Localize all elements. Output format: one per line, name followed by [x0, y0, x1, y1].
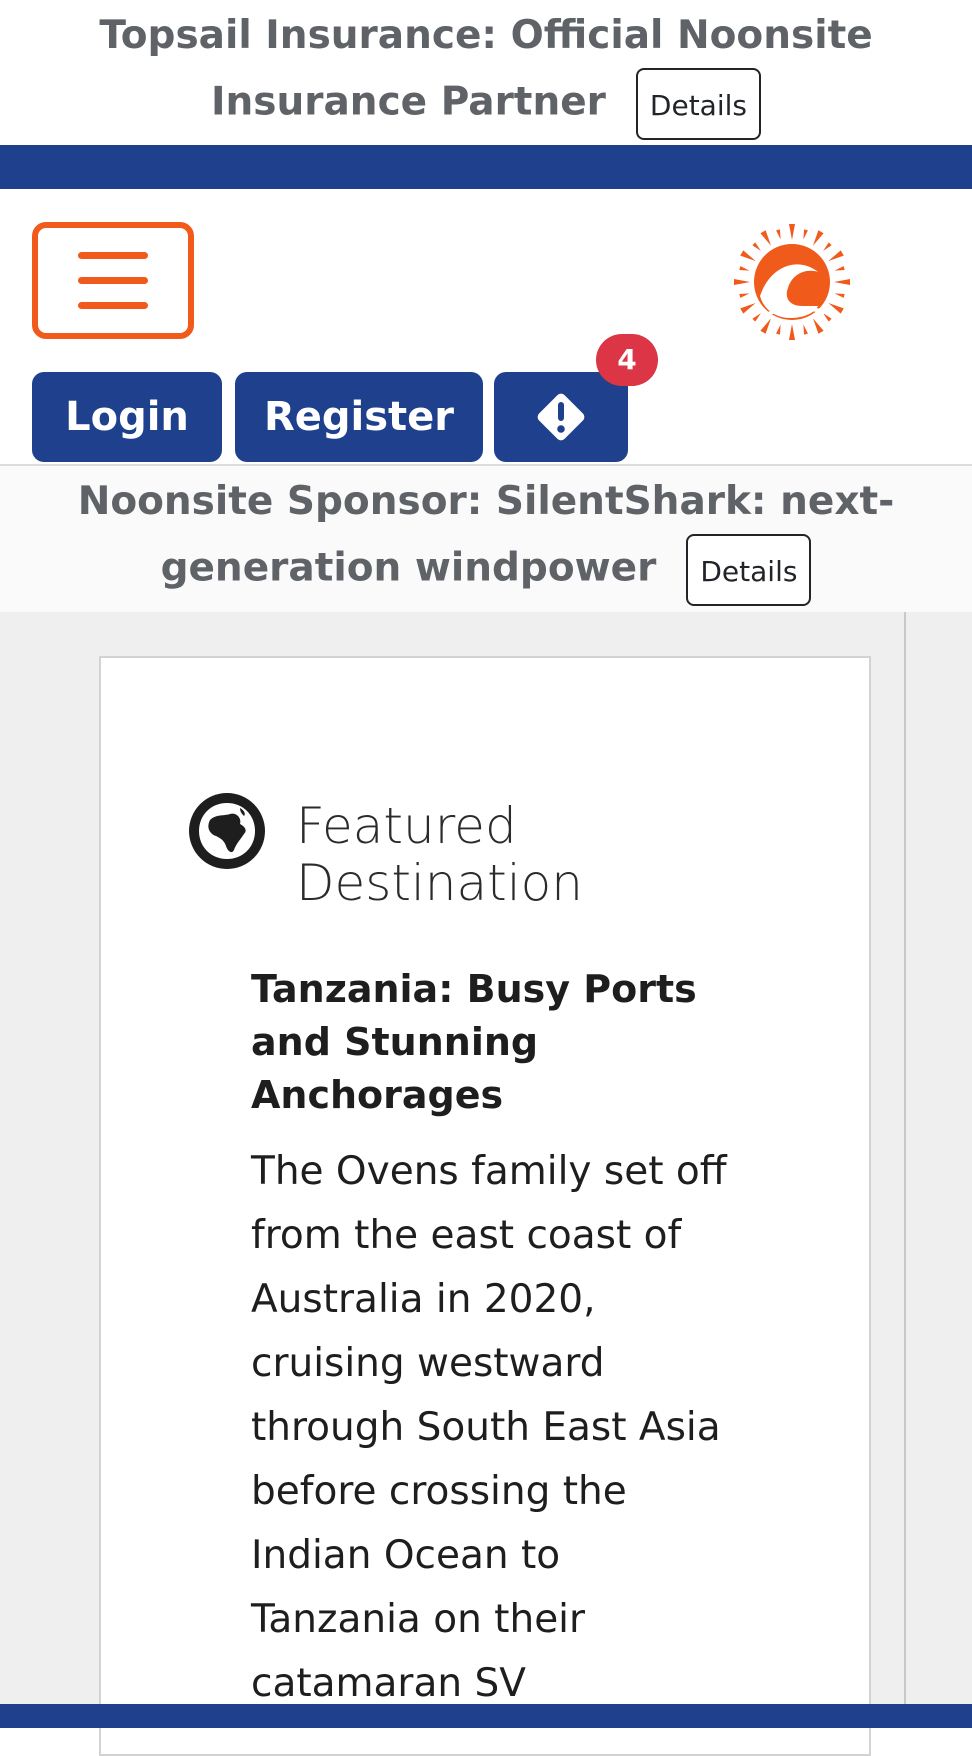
site-header: Login Register 4 [0, 189, 972, 466]
alerts-button[interactable] [494, 372, 628, 462]
account-actions: Login Register 4 [32, 334, 732, 462]
register-button[interactable]: Register [235, 372, 483, 462]
brand-stripe [0, 145, 972, 189]
sidebar-divider [904, 612, 906, 1704]
sponsor-banner-message: Noonsite Sponsor: SilentShark: next-gene… [0, 466, 972, 606]
login-button[interactable]: Login [32, 372, 222, 462]
insurance-banner-message: Topsail Insurance: Official Noonsite Ins… [0, 0, 972, 140]
sun-wave-logo[interactable] [732, 222, 852, 342]
globe-africa-icon [189, 793, 265, 869]
sponsor-details-button[interactable]: Details [686, 534, 812, 606]
main-content: Featured Destination Tanzania: Busy Port… [0, 612, 972, 1756]
insurance-partner-banner: Topsail Insurance: Official Noonsite Ins… [0, 0, 972, 145]
warning-diamond-icon [537, 393, 585, 441]
alerts-count-badge: 4 [596, 334, 658, 386]
article-excerpt: The Ovens family set off from the east c… [251, 1149, 727, 1706]
hamburger-menu-icon[interactable] [32, 222, 194, 339]
featured-destination-label: Featured Destination [296, 797, 583, 912]
sponsor-banner: Noonsite Sponsor: SilentShark: next-gene… [0, 466, 972, 612]
insurance-details-button[interactable]: Details [635, 68, 761, 140]
bottom-nav-bar [0, 1704, 972, 1728]
featured-destination-card[interactable]: Featured Destination Tanzania: Busy Port… [99, 656, 871, 1756]
article-title[interactable]: Tanzania: Busy Ports and Stunning Anchor… [251, 963, 731, 1122]
